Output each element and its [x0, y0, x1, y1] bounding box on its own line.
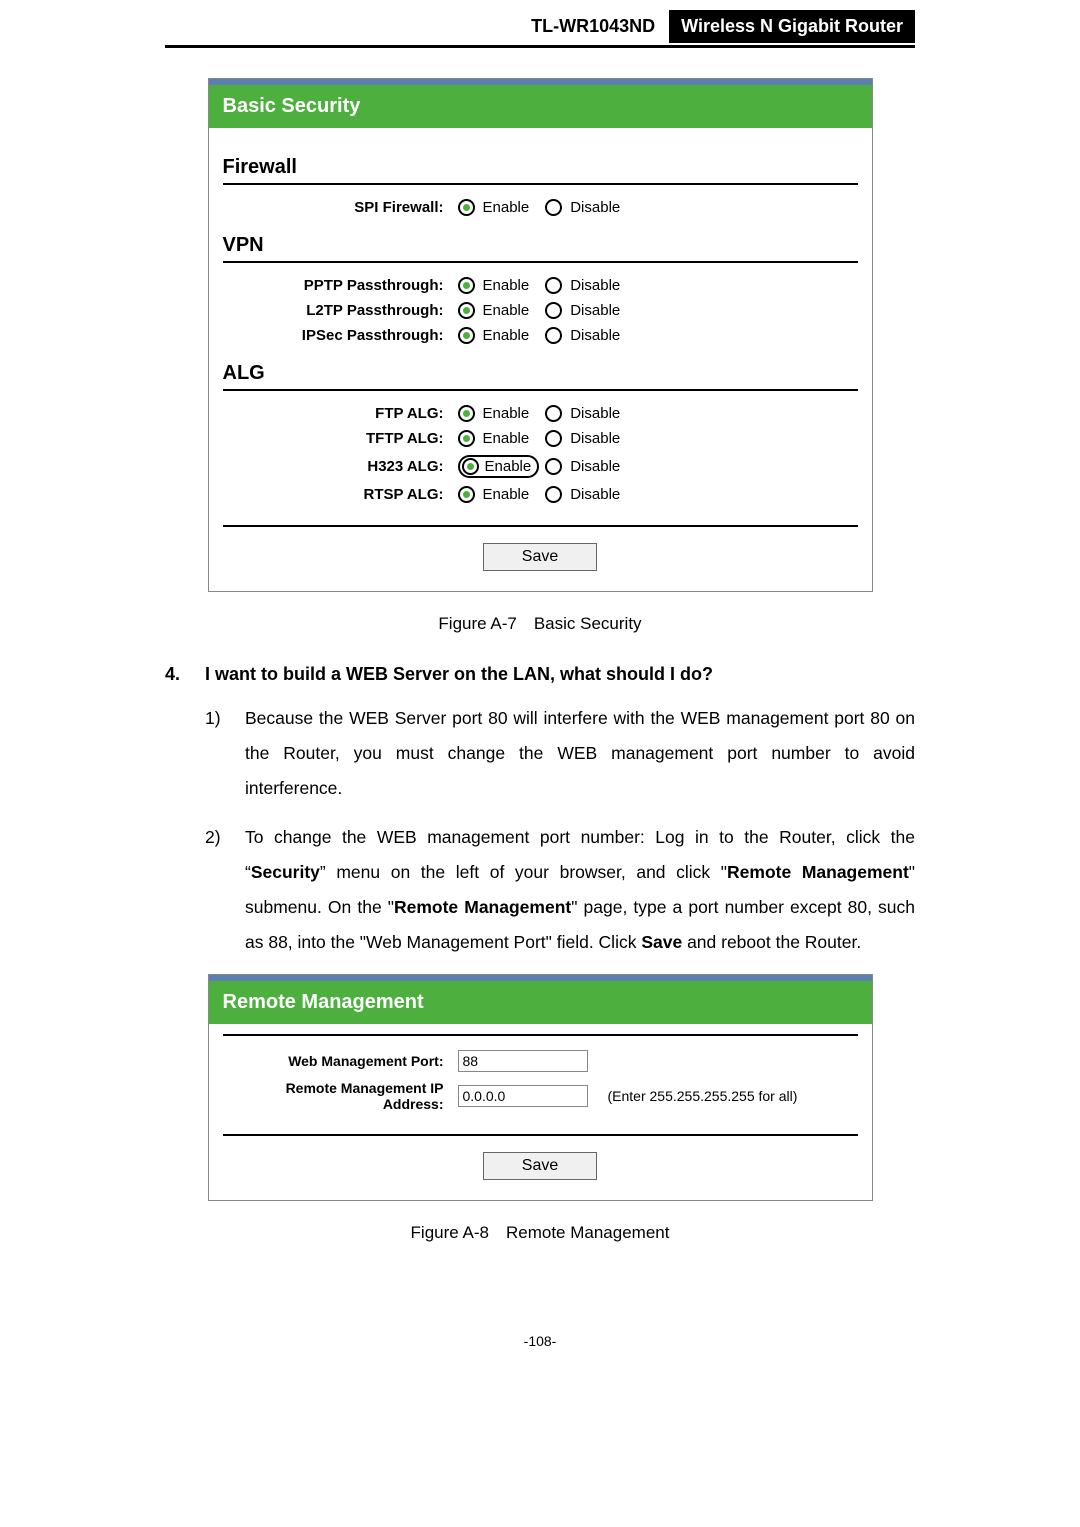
step-text: Because the WEB Server port 80 will inte… [245, 701, 915, 806]
radio-enable-label: Enable [485, 458, 532, 475]
section-title: ALG [223, 362, 858, 391]
radio-disable-label: Disable [570, 486, 620, 503]
row-remote-ip: Remote Management IP Address: (Enter 255… [223, 1080, 858, 1112]
row-label: PPTP Passthrough: [223, 277, 458, 294]
radio-enable-label: Enable [483, 199, 530, 216]
remote-ip-input[interactable] [458, 1085, 588, 1107]
figure-a7-screenshot: Basic Security Firewall SPI Firewall: En… [208, 78, 873, 592]
radio-enable-label: Enable [483, 277, 530, 294]
radio-disable-label: Disable [570, 277, 620, 294]
row-ftp-alg: FTP ALG: Enable Disable [223, 405, 858, 422]
page-number: -108- [165, 1333, 915, 1349]
row-label: RTSP ALG: [223, 486, 458, 503]
radio-disable-icon[interactable] [545, 430, 562, 447]
row-label: TFTP ALG: [223, 430, 458, 447]
save-button[interactable]: Save [483, 1152, 597, 1180]
model-code: TL-WR1043ND [521, 10, 665, 43]
row-label: Web Management Port: [223, 1053, 458, 1069]
radio-enable-label: Enable [483, 302, 530, 319]
section-vpn: VPN PPTP Passthrough: Enable Disable L2T… [223, 234, 858, 344]
circled-highlight: Enable [458, 455, 540, 478]
row-label: Remote Management IP Address: [223, 1080, 458, 1112]
radio-disable-icon[interactable] [545, 199, 562, 216]
radio-enable-icon[interactable] [458, 277, 475, 294]
q-text: I want to build a WEB Server on the LAN,… [205, 664, 713, 685]
radio-enable-icon[interactable] [462, 458, 479, 475]
radio-disable-label: Disable [570, 405, 620, 422]
step-number: 2) [205, 820, 245, 960]
figure-a8-caption: Figure A-8 Remote Management [165, 1223, 915, 1243]
radio-disable-icon[interactable] [545, 302, 562, 319]
row-ipsec: IPSec Passthrough: Enable Disable [223, 327, 858, 344]
section-firewall: Firewall SPI Firewall: Enable Disable [223, 156, 858, 216]
step-number: 1) [205, 701, 245, 806]
radio-enable-label: Enable [483, 327, 530, 344]
radio-disable-label: Disable [570, 199, 620, 216]
save-button[interactable]: Save [483, 543, 597, 571]
radio-disable-label: Disable [570, 430, 620, 447]
section-title: VPN [223, 234, 858, 263]
q-number: 4. [165, 664, 205, 685]
radio-enable-icon[interactable] [458, 405, 475, 422]
row-label: SPI Firewall: [223, 199, 458, 216]
radio-enable-icon[interactable] [458, 430, 475, 447]
row-spi-firewall: SPI Firewall: Enable Disable [223, 199, 858, 216]
question-4: 4. I want to build a WEB Server on the L… [165, 664, 915, 685]
radio-disable-icon[interactable] [545, 405, 562, 422]
step-text: To change the WEB management port number… [245, 820, 915, 960]
radio-enable-icon[interactable] [458, 302, 475, 319]
doc-header: TL-WR1043ND Wireless N Gigabit Router [165, 10, 915, 48]
radio-enable-icon[interactable] [458, 199, 475, 216]
radio-disable-label: Disable [570, 458, 620, 475]
row-pptp: PPTP Passthrough: Enable Disable [223, 277, 858, 294]
model-title: Wireless N Gigabit Router [669, 10, 915, 43]
row-label: FTP ALG: [223, 405, 458, 422]
radio-disable-label: Disable [570, 302, 620, 319]
row-l2tp: L2TP Passthrough: Enable Disable [223, 302, 858, 319]
figure-a7-caption: Figure A-7 Basic Security [165, 614, 915, 634]
figure-a8-screenshot: Remote Management Web Management Port: R… [208, 974, 873, 1201]
row-h323-alg: H323 ALG: Enable Disable [223, 455, 858, 478]
radio-disable-icon[interactable] [545, 458, 562, 475]
section-alg: ALG FTP ALG: Enable Disable TFTP ALG: [223, 362, 858, 503]
step-2: 2) To change the WEB management port num… [165, 820, 915, 960]
panel-title: Basic Security [209, 85, 872, 128]
radio-disable-label: Disable [570, 327, 620, 344]
web-management-port-input[interactable] [458, 1050, 588, 1072]
row-label: L2TP Passthrough: [223, 302, 458, 319]
row-label: H323 ALG: [223, 458, 458, 475]
radio-enable-label: Enable [483, 486, 530, 503]
radio-disable-icon[interactable] [545, 277, 562, 294]
radio-enable-icon[interactable] [458, 327, 475, 344]
step-1: 1) Because the WEB Server port 80 will i… [165, 701, 915, 806]
row-web-port: Web Management Port: [223, 1050, 858, 1072]
panel-title: Remote Management [209, 981, 872, 1024]
row-rtsp-alg: RTSP ALG: Enable Disable [223, 486, 858, 503]
radio-disable-icon[interactable] [545, 486, 562, 503]
radio-disable-icon[interactable] [545, 327, 562, 344]
row-label: IPSec Passthrough: [223, 327, 458, 344]
radio-enable-label: Enable [483, 430, 530, 447]
radio-enable-label: Enable [483, 405, 530, 422]
radio-enable-icon[interactable] [458, 486, 475, 503]
row-tftp-alg: TFTP ALG: Enable Disable [223, 430, 858, 447]
section-title: Firewall [223, 156, 858, 185]
ip-hint: (Enter 255.255.255.255 for all) [608, 1088, 798, 1104]
